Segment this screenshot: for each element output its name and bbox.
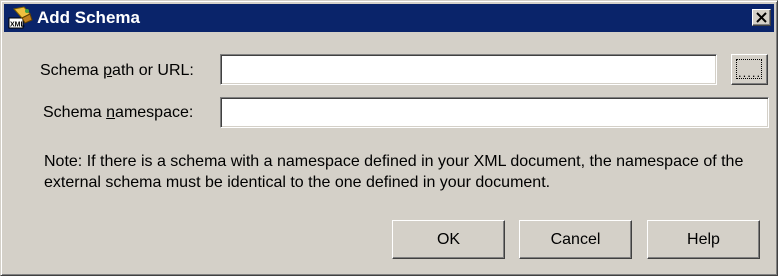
- ok-button[interactable]: OK: [392, 220, 505, 259]
- help-button[interactable]: Help: [647, 220, 760, 259]
- note-text: Note: If there is a schema with a namesp…: [44, 153, 744, 191]
- browse-button[interactable]: .....: [731, 54, 768, 85]
- dialog-title: Add Schema: [37, 8, 140, 27]
- xml-schema-icon: XML: [8, 6, 34, 30]
- schema-path-label: Schema path or URL:: [40, 62, 194, 79]
- svg-text:XML: XML: [10, 22, 26, 29]
- title-bar[interactable]: XML Add Schema: [4, 4, 774, 32]
- schema-path-input[interactable]: [220, 54, 717, 85]
- cancel-button[interactable]: Cancel: [519, 220, 632, 259]
- browse-ellipsis-icon: .....: [738, 65, 762, 80]
- close-button[interactable]: [752, 9, 771, 26]
- schema-namespace-input[interactable]: [220, 97, 769, 128]
- close-icon: [756, 12, 767, 23]
- schema-namespace-label: Schema namespace:: [43, 104, 194, 121]
- add-schema-dialog: XML Add Schema Schema path or URL: .....…: [0, 0, 778, 276]
